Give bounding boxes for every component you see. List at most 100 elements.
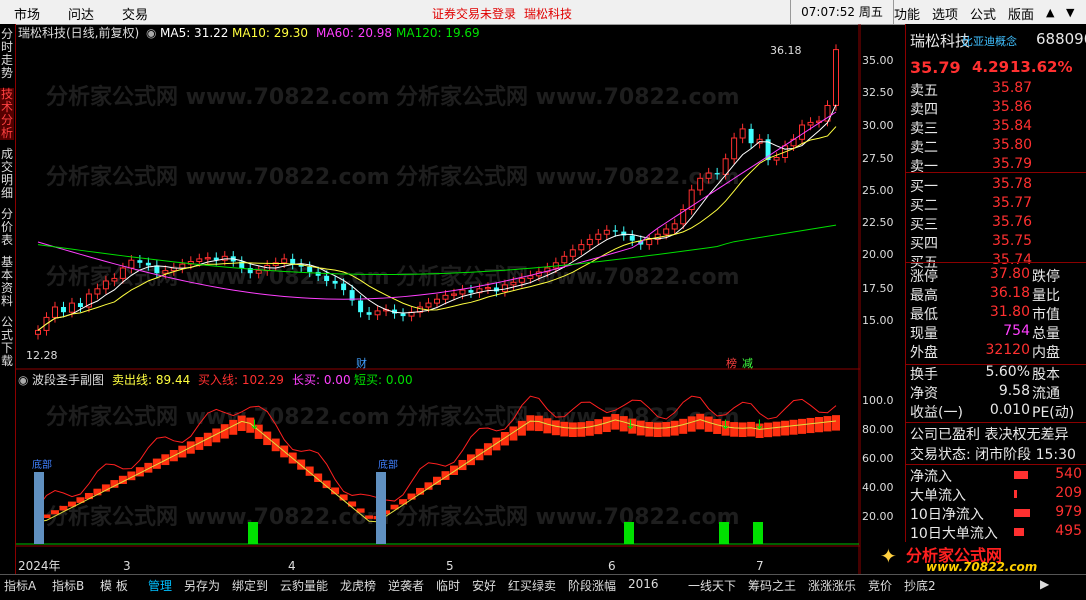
bid-level[interactable]: 买三 35.76 [910, 214, 1086, 233]
candle-body [807, 121, 814, 126]
bottom-tab[interactable]: 临时 [436, 577, 460, 594]
level-price: 35.87 [992, 80, 1033, 96]
top-menu-bar: 市场 问达 交易 证券交易未登录 瑞松科技 07:07:52 周五 功能 选项 … [0, 0, 1086, 25]
stat-label: 最低 [910, 307, 938, 323]
menu-wenda[interactable]: 问达 [68, 4, 94, 23]
stat-label: 最高 [910, 288, 938, 304]
indicator-bar [84, 492, 93, 500]
chevron-up-icon[interactable]: ▲ [1046, 6, 1054, 19]
concept-tag[interactable]: 比亚迪概念 [962, 33, 1017, 49]
bottom-tab[interactable]: 涨涨涨乐 [808, 577, 856, 594]
menu-options[interactable]: 选项 [932, 4, 958, 23]
bottom-tab[interactable]: 指标A [4, 577, 36, 594]
bottom-tab[interactable]: 红买绿卖 [508, 577, 556, 594]
menu-layout[interactable]: 版面 [1008, 4, 1034, 23]
dragon-tiger-marker[interactable]: 榜 [726, 356, 737, 370]
subchart-toggle-icon[interactable]: ◉ [18, 373, 28, 387]
x-axis-label: 2024年 [18, 559, 61, 573]
bottom-tag: 底部 [378, 458, 398, 471]
bottom-tab[interactable]: 模 板 [100, 577, 128, 594]
tab-technical-analysis[interactable]: 技术分析 [0, 88, 14, 140]
bottom-tab[interactable]: 阶段涨幅 [568, 577, 616, 594]
stat-value: 5.60% [985, 364, 1030, 380]
sell-signal-arrow-icon: ↓ [625, 418, 636, 433]
bid-level[interactable]: 买二 35.77 [910, 195, 1086, 214]
candle-body [586, 238, 593, 246]
bottom-tab[interactable]: 2016 [628, 577, 659, 591]
candle-body [595, 233, 602, 240]
stock-code: 688090 [1036, 30, 1086, 48]
menu-trade[interactable]: 交易 [122, 4, 148, 23]
stat-row: 涨停 37.80 跌停 [910, 266, 1086, 285]
y-tick: 17.50 [862, 282, 894, 295]
candle-body [773, 157, 780, 161]
divider [906, 422, 1086, 423]
stat-value: 37.80 [989, 266, 1030, 282]
quote-panel: 瑞松科技 比亚迪概念 688090 35.79 4.29 13.62% 卖五 35… [876, 24, 1086, 574]
bottom-tab[interactable]: 安好 [472, 577, 496, 594]
legend-toggle-icon[interactable]: ◉ [146, 26, 156, 40]
tab-time-share[interactable]: 分时走势 [0, 28, 14, 80]
candle-body [204, 257, 211, 260]
level-label: 买二 [910, 198, 938, 214]
bottom-tab[interactable]: 逆袭者 [388, 577, 424, 594]
bottom-tab[interactable]: 竞价 [868, 577, 892, 594]
tab-price-table[interactable]: 分价表 [0, 208, 14, 247]
price-change: 4.29 [972, 58, 1010, 76]
bottom-tab[interactable]: 一线天下 [688, 577, 736, 594]
short-buy-bar [624, 522, 634, 544]
reduction-marker[interactable]: 减 [742, 357, 753, 370]
bottom-tab[interactable]: 筹码之王 [748, 577, 796, 594]
chevron-down-icon[interactable]: ▼ [1066, 6, 1074, 19]
menu-function[interactable]: 功能 [894, 4, 920, 23]
bottom-tab[interactable]: 管理 [148, 577, 172, 594]
bottom-tab[interactable]: 指标B [52, 577, 84, 594]
chart-area[interactable]: 分析家公式网 www.70822.com 分析家公式网 www.70822.com… [16, 24, 860, 574]
bid-level[interactable]: 买四 35.75 [910, 233, 1086, 252]
ask-level[interactable]: 卖四 35.86 [910, 99, 1086, 118]
stat-label-right: 股本 [1032, 367, 1060, 383]
flow-row: 10日大单流入 495 [910, 523, 1086, 542]
company-info: 公司已盈利 表决权无差异 [910, 427, 1069, 443]
login-notice[interactable]: 证券交易未登录 [432, 5, 516, 22]
candle-body [119, 267, 126, 279]
indicator-bar [798, 418, 807, 434]
candle-body [332, 281, 338, 284]
tab-basic-info[interactable]: 基本资料 [0, 256, 14, 308]
stat-value: 754 [1003, 323, 1030, 339]
bid-level[interactable]: 买一 35.78 [910, 176, 1086, 195]
chart-canvas[interactable]: 分析家公式网 www.70822.com 分析家公式网 www.70822.com… [16, 24, 860, 574]
bottom-tab[interactable]: 抄底2 [904, 577, 936, 594]
flow-value: 979 [1055, 504, 1082, 520]
candle-body [739, 128, 746, 139]
ask-level[interactable]: 卖三 35.84 [910, 118, 1086, 137]
flow-value: 209 [1055, 485, 1082, 501]
indicator-bar [458, 459, 467, 471]
bottom-tab[interactable]: 绑定到 [232, 577, 268, 594]
stat-row: 现量 754 总量 [910, 323, 1086, 342]
indicator-bar [679, 418, 688, 434]
tab-trade-details[interactable]: 成交明细 [0, 148, 14, 200]
stat-row: 最高 36.18 量比 [910, 285, 1086, 304]
menu-market[interactable]: 市场 [14, 4, 40, 23]
ask-level[interactable]: 卖五 35.87 [910, 80, 1086, 99]
financial-report-marker[interactable]: 财 [356, 356, 367, 370]
short-buy-bar [248, 522, 258, 544]
tab-scroll-right-icon[interactable]: ▶ [1040, 577, 1049, 591]
candle-body [425, 302, 432, 308]
indicator-bar [50, 510, 59, 515]
tab-formula-download[interactable]: 公式下载 [0, 316, 14, 368]
long-buy-label: 长买: 0.00 [292, 373, 351, 387]
stat-label: 涨停 [910, 269, 938, 285]
bottom-tab[interactable]: 另存为 [184, 577, 220, 594]
stat-row: 收益(一) 0.010 PE(动) [910, 402, 1086, 421]
bottom-tab[interactable]: 龙虎榜 [340, 577, 376, 594]
stat-label: 收益(一) [910, 405, 963, 421]
candle-body [51, 306, 58, 318]
ask-level[interactable]: 卖二 35.80 [910, 137, 1086, 156]
bottom-tab[interactable]: 云豹量能 [280, 577, 328, 594]
indicator-bar [509, 426, 518, 441]
indicator-bar [203, 432, 212, 447]
divider [906, 262, 1086, 263]
menu-formula[interactable]: 公式 [970, 4, 996, 23]
